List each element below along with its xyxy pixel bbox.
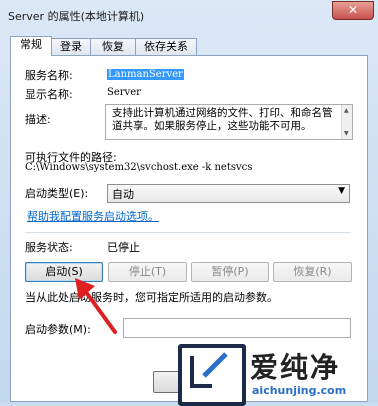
- start-hint-text: 当从此处启动服务时，您可指定所适用的启动参数。: [25, 291, 278, 304]
- red-arrow-annotation: [75, 278, 117, 334]
- title-bar[interactable]: Server 的属性(本地计算机) ✕: [0, 0, 378, 30]
- service-name-label: 服务名称:: [25, 69, 73, 82]
- chevron-down-icon: ▼: [338, 186, 345, 196]
- help-configure-link[interactable]: 帮助我配置服务启动选项。: [27, 208, 159, 224]
- exe-path-value[interactable]: C:\Windows\system32\svchost.exe -k netsv…: [25, 162, 252, 173]
- brand-logo-icon: [178, 344, 246, 406]
- start-params-input[interactable]: [123, 318, 351, 338]
- tab-general[interactable]: 常规: [10, 36, 52, 56]
- scroll-up-icon[interactable]: ▲: [344, 107, 349, 114]
- window-title: Server 的属性(本地计算机): [8, 10, 145, 23]
- divider: [25, 232, 351, 233]
- watermark-url: aichunjing.com: [252, 384, 347, 397]
- close-button[interactable]: ✕: [332, 1, 374, 20]
- watermark-logo: 爱纯净 aichunjing.com: [178, 344, 378, 406]
- display-name-value[interactable]: Server: [107, 87, 141, 98]
- tab-recovery[interactable]: 恢复: [90, 38, 136, 55]
- display-name-label: 显示名称:: [25, 88, 73, 101]
- description-field[interactable]: 支持此计算机通过网络的文件、打印、和命名管道共享。如果服务停止，这些功能不可用。…: [105, 104, 353, 140]
- resume-button[interactable]: 恢复(R): [273, 262, 352, 282]
- startup-type-label: 启动类型(E):: [25, 187, 89, 200]
- startup-type-value: 自动: [112, 188, 134, 201]
- pause-button[interactable]: 暂停(P): [191, 262, 269, 282]
- tab-dependencies[interactable]: 依存关系: [135, 38, 197, 55]
- scroll-down-icon[interactable]: ▼: [344, 130, 349, 137]
- watermark-brand: 爱纯净: [250, 351, 341, 384]
- tab-logon[interactable]: 登录: [51, 38, 91, 55]
- description-label: 描述:: [25, 113, 51, 126]
- status-value: 已停止: [107, 241, 140, 254]
- service-name-value[interactable]: LanmanServer: [107, 67, 184, 80]
- description-value: 支持此计算机通过网络的文件、打印、和命名管道共享。如果服务停止，这些功能不可用。: [112, 107, 333, 132]
- service-properties-window: Server 的属性(本地计算机) ✕ 常规 登录 恢复 依存关系 服务名称: …: [0, 0, 378, 406]
- startup-type-dropdown[interactable]: 自动 ▼: [107, 184, 350, 203]
- description-scrollbar[interactable]: ▲ ▼: [341, 105, 352, 139]
- status-label: 服务状态:: [25, 241, 73, 254]
